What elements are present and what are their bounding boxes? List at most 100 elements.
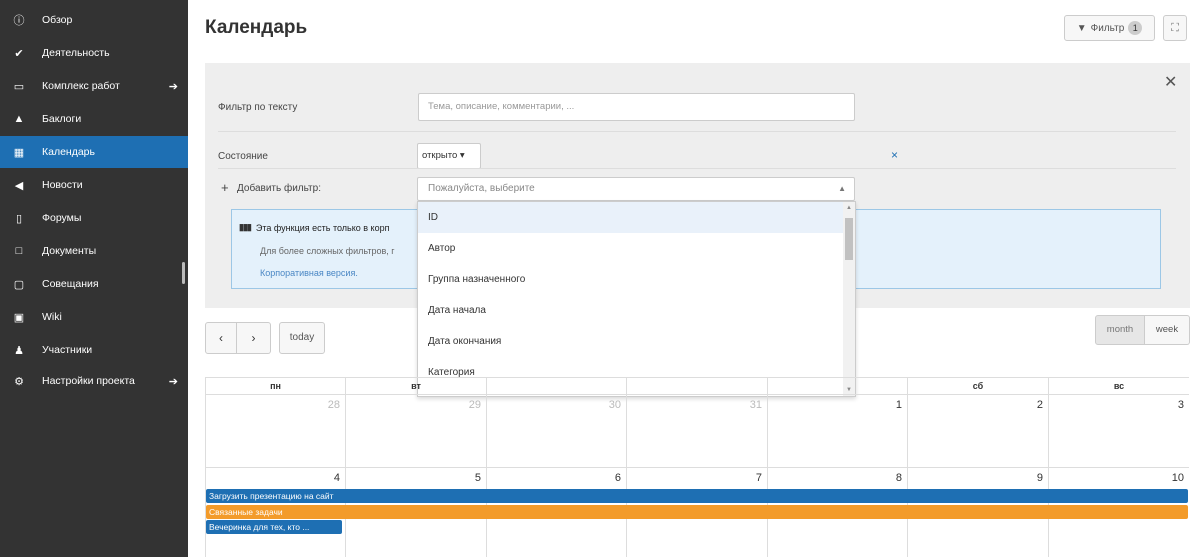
sidebar-item-backlogs[interactable]: ▲ Баклоги <box>0 103 188 135</box>
folder-icon: ▭ <box>13 80 25 93</box>
users-icon: ♟ <box>14 344 24 357</box>
day-number: 10 <box>1171 472 1184 484</box>
fullscreen-icon: ⛶ <box>1171 22 1179 34</box>
info-icon: ⓘ <box>13 15 25 27</box>
sidebar-item-meetings[interactable]: ▢ Совещания <box>0 268 188 300</box>
dropdown-option[interactable]: Дата окончания <box>418 326 843 357</box>
day-number: 8 <box>895 472 902 484</box>
day-number: 28 <box>327 399 340 411</box>
weekday-header: вт <box>345 377 486 394</box>
chevron-left-icon: ‹ <box>219 331 223 345</box>
arrow-right-icon[interactable]: ➔ <box>169 80 178 93</box>
sidebar-item-label: Участники <box>42 344 93 356</box>
sidebar-item-documents[interactable]: □ Документы <box>0 235 188 267</box>
day-number: 30 <box>608 399 621 411</box>
sidebar-item-members[interactable]: ♟ Участники <box>0 334 188 366</box>
day-cell[interactable]: 31 <box>626 394 767 467</box>
weekday-header: вс <box>1048 377 1189 394</box>
text-filter-label: Фильтр по тексту <box>218 102 298 113</box>
day-number: 9 <box>1036 472 1043 484</box>
forum-icon: ▯ <box>15 212 23 225</box>
calendar-event[interactable]: Вечеринка для тех, кто ... <box>206 520 342 534</box>
prev-button[interactable]: ‹ <box>205 322 237 354</box>
dropdown-option[interactable]: Дата начала <box>418 295 843 326</box>
sidebar-item-label: Совещания <box>42 278 99 290</box>
chart-icon: ▮▮▮ <box>239 222 252 232</box>
sidebar-item-calendar[interactable]: ▦ Календарь <box>0 136 188 168</box>
weekday-header <box>767 377 907 394</box>
info-title: ▮▮▮ Эта функция есть только в корп <box>239 222 389 233</box>
calendar-event[interactable]: Загрузить презентацию на сайт <box>206 489 1188 503</box>
calendar-event[interactable]: Связанные задачи <box>206 505 1188 519</box>
sidebar-item-activity[interactable]: ✔ Деятельность <box>0 37 188 69</box>
settings-icon: ⚙ <box>14 375 24 388</box>
state-select[interactable]: открыто ▾ <box>417 143 481 169</box>
day-number: 31 <box>749 399 762 411</box>
day-cell[interactable]: 1 <box>767 394 907 467</box>
week-view-button[interactable]: week <box>1145 315 1190 345</box>
sidebar-item-label: Календарь <box>42 146 95 158</box>
filter-count-badge: 1 <box>1128 21 1143 35</box>
filter-button[interactable]: ▼ Фильтр 1 <box>1064 15 1155 41</box>
document-icon: □ <box>15 245 23 257</box>
month-view-button[interactable]: month <box>1095 315 1145 345</box>
warning-icon: ▲ <box>13 113 25 125</box>
book-icon: ▣ <box>13 311 25 324</box>
plus-icon: + <box>221 180 229 195</box>
sidebar-item-label: Баклоги <box>42 113 82 125</box>
chevron-right-icon: › <box>251 331 256 345</box>
sidebar-item-overview[interactable]: ⓘ Обзор <box>0 4 188 36</box>
state-filter-label: Состояние <box>218 151 268 162</box>
megaphone-icon: ◀ <box>14 179 24 192</box>
sidebar-resize-handle[interactable] <box>182 262 185 284</box>
day-cell[interactable]: 2 <box>907 394 1048 467</box>
enterprise-link[interactable]: Корпоративная версия. <box>260 268 358 278</box>
dropdown-scrollbar[interactable]: ▲ ▼ <box>843 202 855 396</box>
day-number: 2 <box>1036 399 1043 411</box>
fullscreen-button[interactable]: ⛶ <box>1163 15 1187 41</box>
sidebar-item-wiki[interactable]: ▣ Wiki <box>0 301 188 333</box>
check-icon: ✔ <box>14 47 24 60</box>
day-cell[interactable]: 3 <box>1048 394 1189 467</box>
add-filter-select[interactable]: Пожалуйста, выберите ▲ <box>417 177 855 201</box>
scroll-up-icon[interactable]: ▲ <box>846 205 852 211</box>
sidebar-item-project-settings[interactable]: ⚙ Настройки проекта ➔ <box>0 365 188 397</box>
sidebar-item-label: Новости <box>42 179 83 191</box>
add-filter-label: Добавить фильтр: <box>237 183 321 194</box>
sidebar-item-label: Форумы <box>42 212 82 224</box>
remove-filter-icon[interactable]: × <box>891 148 898 162</box>
sidebar-item-news[interactable]: ◀ Новости <box>0 169 188 201</box>
sidebar: ⓘ Обзор ✔ Деятельность ▭ Комплекс работ … <box>0 0 188 557</box>
day-cell[interactable]: 30 <box>486 394 626 467</box>
arrow-right-icon[interactable]: ➔ <box>169 375 178 388</box>
divider <box>218 131 1176 132</box>
day-number: 29 <box>468 399 481 411</box>
weekday-header <box>486 377 626 394</box>
close-filter-icon[interactable]: ✕ <box>1164 72 1177 92</box>
filter-icon: ▼ <box>1076 22 1087 34</box>
sidebar-item-label: Деятельность <box>42 47 110 59</box>
day-number: 6 <box>614 472 621 484</box>
chevron-up-icon: ▲ <box>838 184 846 193</box>
sidebar-item-label: Комплекс работ <box>42 80 120 92</box>
dropdown-option[interactable]: Автор <box>418 233 843 264</box>
info-text: Для более сложных фильтров, г <box>260 246 395 256</box>
scrollbar-thumb[interactable] <box>845 218 853 260</box>
dropdown-option[interactable]: ID <box>418 202 843 233</box>
day-cell[interactable]: 28 <box>205 394 345 467</box>
weekday-header: сб <box>907 377 1048 394</box>
divider <box>218 168 1176 169</box>
dropdown-option[interactable]: Группа назначенного <box>418 264 843 295</box>
page-title: Календарь <box>205 17 308 38</box>
next-button[interactable]: › <box>237 322 271 354</box>
day-cell[interactable]: 29 <box>345 394 486 467</box>
weekday-header: пн <box>205 377 345 394</box>
sidebar-item-label: Обзор <box>42 14 73 26</box>
today-button[interactable]: today <box>279 322 325 354</box>
meeting-icon: ▢ <box>13 278 25 291</box>
sidebar-item-work-packages[interactable]: ▭ Комплекс работ ➔ <box>0 70 188 102</box>
text-filter-input[interactable]: Тема, описание, комментарии, ... <box>418 93 855 121</box>
sidebar-item-forums[interactable]: ▯ Форумы <box>0 202 188 234</box>
add-filter-placeholder: Пожалуйста, выберите <box>428 183 535 194</box>
sidebar-item-label: Документы <box>42 245 97 257</box>
